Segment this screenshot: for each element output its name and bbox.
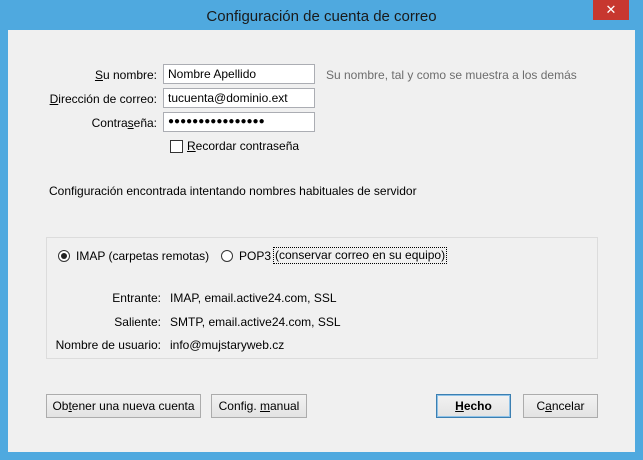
username-label: Nombre de usuario: <box>55 338 161 352</box>
close-button[interactable]: ✕ <box>593 0 629 20</box>
status-message: Configuración encontrada intentando nomb… <box>49 184 417 198</box>
window-title: Configuración de cuenta de correo <box>206 8 437 25</box>
outgoing-value: SMTP, email.active24.com, SSL <box>170 315 341 329</box>
dialog-content: Su nombre: Su nombre, tal y como se mues… <box>8 30 635 452</box>
password-label-post: eña: <box>133 116 157 130</box>
imap-radio-selected-dot <box>61 253 67 259</box>
incoming-label: Entrante: <box>112 291 161 305</box>
manual-config-button[interactable]: Config. manual <box>211 394 307 418</box>
name-label-rest: u nombre: <box>102 68 157 82</box>
pop3-detail[interactable]: (conservar correo en su equipo) <box>273 247 448 264</box>
email-label: Dirección de correo: <box>47 92 157 106</box>
name-label: Su nombre: <box>47 68 157 82</box>
cancel-pre: C <box>536 399 546 413</box>
password-input[interactable]: ●●●●●●●●●●●●●●●● <box>163 112 315 132</box>
email-label-accel: D <box>49 92 59 106</box>
password-label: Contraseña: <box>47 116 157 130</box>
pop3-label[interactable]: POP3 <box>239 249 271 263</box>
name-hint: Su nombre, tal y como se muestra a los d… <box>326 68 577 82</box>
outgoing-label: Saliente: <box>114 315 161 329</box>
incoming-value: IMAP, email.active24.com, SSL <box>170 291 337 305</box>
cancel-accel: a <box>545 399 552 413</box>
imap-label[interactable]: IMAP (carpetas remotas) <box>76 249 209 263</box>
manual-accel: m <box>259 399 270 413</box>
manual-pre: Config. <box>218 399 260 413</box>
remember-label-accel: R <box>187 139 196 153</box>
new-account-post: ener una nueva cuenta <box>71 399 195 413</box>
name-input[interactable] <box>163 64 315 84</box>
email-input[interactable] <box>163 88 315 108</box>
manual-post: anual <box>269 399 300 413</box>
done-rest: echo <box>463 399 492 413</box>
password-label-pre: Contra <box>91 116 128 130</box>
close-icon: ✕ <box>605 2 617 17</box>
cancel-post: ncelar <box>551 399 585 413</box>
new-account-pre: Ob <box>52 399 69 413</box>
pop3-radio[interactable] <box>221 250 233 262</box>
username-value: info@mujstaryweb.cz <box>170 338 285 352</box>
remember-password-checkbox[interactable] <box>170 140 183 153</box>
title-bar[interactable]: Configuración de cuenta de correo ✕ <box>0 0 643 30</box>
server-config-panel: IMAP (carpetas remotas) POP3 (conservar … <box>46 237 598 359</box>
cancel-button[interactable]: Cancelar <box>523 394 598 418</box>
dialog-window: Configuración de cuenta de correo ✕ Su n… <box>0 0 643 460</box>
name-label-accel: S <box>94 68 103 82</box>
new-account-button[interactable]: Obtener una nueva cuenta <box>46 394 201 418</box>
email-label-rest: irección de correo: <box>58 92 157 106</box>
remember-label-rest: ecordar contraseña <box>195 139 300 153</box>
remember-password-label[interactable]: Recordar contraseña <box>187 139 299 153</box>
imap-radio[interactable] <box>58 250 70 262</box>
done-button[interactable]: Hecho <box>436 394 511 418</box>
done-accel: H <box>455 399 464 413</box>
